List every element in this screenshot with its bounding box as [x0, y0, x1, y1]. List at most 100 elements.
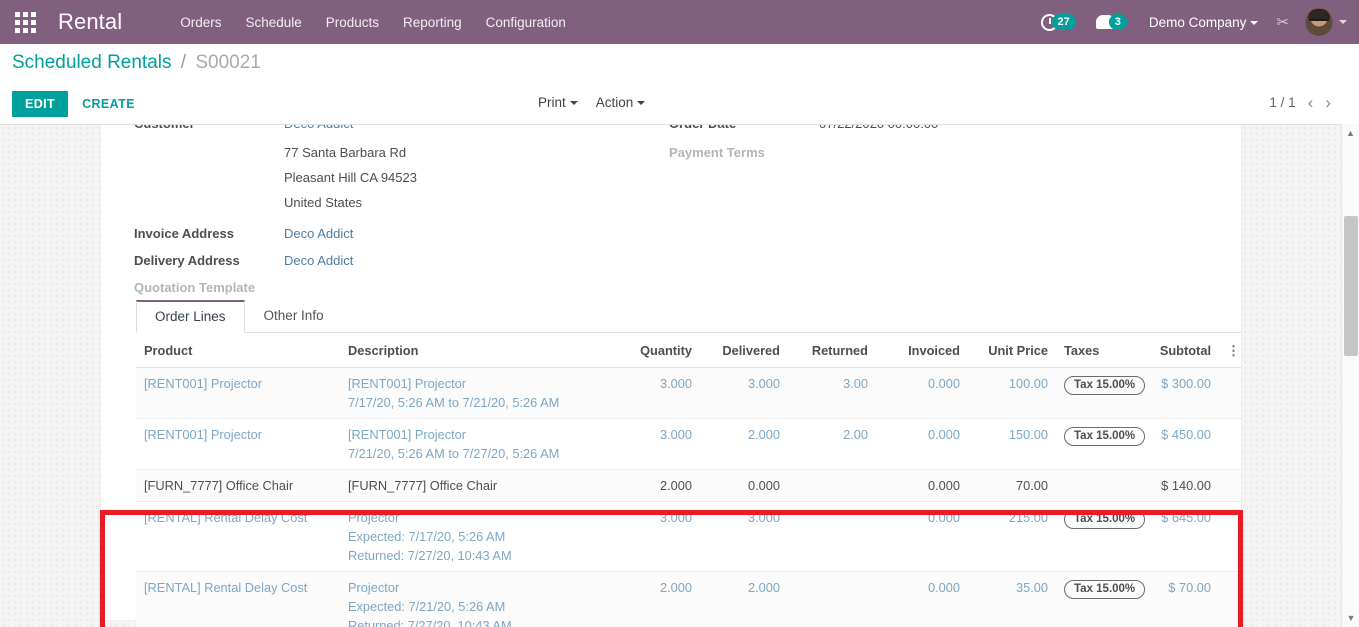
vertical-scrollbar[interactable]: ▲ ▼ [1341, 124, 1359, 627]
field-value-invoice-address[interactable]: Deco Addict [284, 226, 353, 241]
odoo-rental-order-page: Rental Orders Schedule Products Reportin… [0, 0, 1359, 627]
description-sub-line: 7/17/20, 5:26 AM to 7/21/20, 5:26 AM [348, 395, 560, 410]
cell-subtotal: $ 645.00 [1148, 501, 1219, 572]
cell-description: [FURN_7777] Office Chair [340, 469, 612, 502]
field-value-order-date[interactable]: 07/22/2020 00:00:00 [819, 125, 938, 131]
activity-menu-button[interactable]: 27 [1031, 13, 1086, 31]
avatar[interactable] [1305, 8, 1333, 36]
field-label-customer: Customer [134, 125, 284, 131]
print-dropdown[interactable]: Print [538, 95, 578, 110]
cell-taxes: Tax 15.00% [1056, 571, 1148, 627]
chevron-right-icon[interactable]: › [1325, 94, 1331, 111]
cell-quantity: 2.000 [612, 571, 700, 627]
cell-delivered: 2.000 [700, 418, 788, 470]
cell-description: [RENT001] Projector 7/17/20, 5:26 AM to 7… [340, 367, 612, 419]
description-sub-line: Expected: 7/17/20, 5:26 AM [348, 529, 506, 544]
cell-options [1219, 469, 1241, 502]
chevron-down-icon [1250, 20, 1259, 25]
cell-invoiced: 0.000 [876, 367, 968, 419]
cell-taxes [1056, 469, 1148, 502]
tax-badge: Tax 15.00% [1064, 376, 1146, 395]
field-invoice-address: Invoice Address Deco Addict [134, 226, 554, 241]
scroll-up-arrow-icon[interactable]: ▲ [1342, 124, 1359, 142]
cell-subtotal: $ 70.00 [1148, 571, 1219, 627]
field-value-delivery-address[interactable]: Deco Addict [284, 253, 353, 268]
cell-returned: 2.00 [788, 418, 876, 470]
cell-product: [FURN_7777] Office Chair [136, 469, 340, 502]
vertical-dots-icon[interactable]: ⋮ [1219, 333, 1241, 368]
field-customer-address: 77 Santa Barbara Rd Pleasant Hill CA 945… [134, 140, 554, 215]
column-header-taxes[interactable]: Taxes [1056, 333, 1148, 368]
messaging-menu-button[interactable]: 3 [1086, 14, 1137, 30]
description-main: [RENT001] Projector [348, 376, 467, 391]
tax-badge: Tax 15.00% [1064, 510, 1146, 529]
scroll-down-arrow-icon[interactable]: ▼ [1342, 609, 1359, 627]
control-panel-dropdowns: Print Action [538, 95, 646, 110]
cell-delivered: 3.000 [700, 501, 788, 572]
column-header-product[interactable]: Product [136, 333, 340, 368]
breadcrumb-current: S00021 [195, 52, 261, 73]
breadcrumb-root-link[interactable]: Scheduled Rentals [12, 52, 172, 73]
cell-returned [788, 469, 876, 502]
form-scroll-area: Customer Deco Addict 77 Santa Barbara Rd… [0, 124, 1341, 627]
field-customer: Customer Deco Addict [134, 125, 554, 131]
edit-button[interactable]: EDIT [12, 91, 69, 117]
column-header-invoiced[interactable]: Invoiced [876, 333, 968, 368]
field-payment-terms: Payment Terms [669, 145, 1099, 160]
column-header-returned[interactable]: Returned [788, 333, 876, 368]
menu-item-products[interactable]: Products [314, 9, 391, 36]
column-header-quantity[interactable]: Quantity [612, 333, 700, 368]
field-label-invoice-address: Invoice Address [134, 226, 234, 241]
table-row[interactable]: [RENT001] Projector [RENT001] Projector 7/… [136, 367, 1241, 419]
cell-taxes: Tax 15.00% [1056, 367, 1148, 419]
form-column-left: Customer Deco Addict 77 Santa Barbara Rd… [134, 125, 554, 304]
create-button[interactable]: CREATE [68, 91, 149, 117]
company-switcher[interactable]: Demo Company [1137, 15, 1265, 30]
column-header-unit-price[interactable]: Unit Price [968, 333, 1056, 368]
user-menu-chevron-down-icon[interactable] [1339, 20, 1347, 24]
scrollbar-thumb[interactable] [1344, 216, 1358, 356]
order-lines-body: [RENT001] Projector [RENT001] Projector 7/… [136, 367, 1241, 627]
menu-item-orders[interactable]: Orders [168, 9, 233, 36]
menu-item-reporting[interactable]: Reporting [391, 9, 474, 36]
table-row[interactable]: [RENTAL] Rental Delay Cost Projector Expec… [136, 571, 1241, 627]
apps-grid-icon[interactable] [8, 11, 42, 33]
column-header-subtotal[interactable]: Subtotal [1148, 333, 1219, 368]
tab-order-lines[interactable]: Order Lines [136, 300, 245, 333]
company-name: Demo Company [1148, 14, 1247, 30]
record-pager: 1 / 1 ‹ › [1269, 94, 1331, 111]
column-header-delivered[interactable]: Delivered [700, 333, 788, 368]
messages-count-badge: 3 [1108, 14, 1127, 30]
menu-item-configuration[interactable]: Configuration [474, 9, 578, 36]
cell-unit-price: 100.00 [968, 367, 1056, 419]
table-row[interactable]: [RENTAL] Rental Delay Cost Projector Expec… [136, 501, 1241, 572]
cell-subtotal: $ 300.00 [1148, 367, 1219, 419]
action-dropdown[interactable]: Action [596, 95, 646, 110]
table-row[interactable]: [RENT001] Projector [RENT001] Projector 7/… [136, 418, 1241, 470]
tax-badge: Tax 15.00% [1064, 580, 1146, 599]
description-sub-line: 7/21/20, 5:26 AM to 7/27/20, 5:26 AM [348, 446, 560, 461]
notebook-tabs: Order Lines Other Info [136, 299, 1241, 333]
description-sub-line: Returned: 7/27/20, 10:43 AM [348, 548, 512, 563]
form-column-right: Order Date 07/22/2020 00:00:00 Payment T… [669, 125, 1099, 169]
address-line-2: Pleasant Hill CA 94523 [284, 170, 417, 185]
cell-description: Projector Expected: 7/21/20, 5:26 AM Retur… [340, 571, 612, 627]
tab-other-info[interactable]: Other Info [245, 300, 343, 333]
cell-taxes: Tax 15.00% [1056, 501, 1148, 572]
cell-product: [RENTAL] Rental Delay Cost [136, 501, 340, 572]
developer-tools-icon[interactable]: ✂ [1264, 13, 1301, 31]
cell-description: Projector Expected: 7/17/20, 5:26 AM Retur… [340, 501, 612, 572]
cell-unit-price: 215.00 [968, 501, 1056, 572]
cell-delivered: 2.000 [700, 571, 788, 627]
field-value-customer[interactable]: Deco Addict [284, 125, 353, 131]
cell-unit-price: 70.00 [968, 469, 1056, 502]
chevron-left-icon[interactable]: ‹ [1308, 94, 1314, 111]
control-panel-buttons: EDIT CREATE [12, 91, 149, 117]
field-order-date: Order Date 07/22/2020 00:00:00 [669, 125, 1099, 131]
cell-product: [RENT001] Projector [136, 367, 340, 419]
table-row[interactable]: [FURN_7777] Office Chair [FURN_7777] Offi… [136, 469, 1241, 502]
menu-item-schedule[interactable]: Schedule [233, 9, 313, 36]
pager-counter: 1 / 1 [1269, 95, 1296, 110]
app-brand-title[interactable]: Rental [58, 9, 122, 35]
column-header-description[interactable]: Description [340, 333, 612, 368]
